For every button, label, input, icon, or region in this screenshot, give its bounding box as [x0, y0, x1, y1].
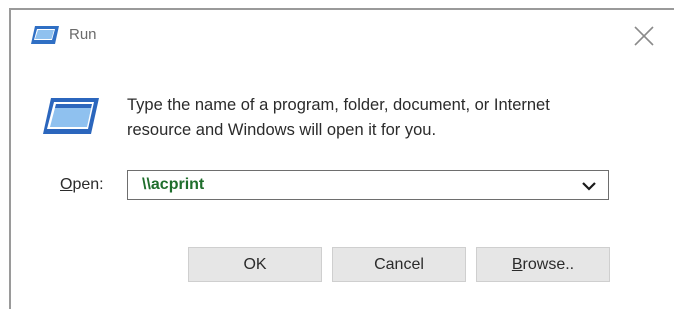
chevron-down-icon[interactable] — [580, 179, 598, 193]
cancel-button-label: Cancel — [374, 255, 424, 273]
open-label: Open: — [60, 176, 104, 194]
ok-button-label: OK — [243, 255, 267, 273]
run-program-icon — [43, 98, 99, 134]
close-icon[interactable] — [628, 20, 660, 52]
cancel-button[interactable]: Cancel — [332, 247, 466, 282]
browse-button[interactable]: Browse.. — [476, 247, 610, 282]
run-dialog: Run Type the name of a program, folder, … — [0, 0, 674, 309]
instructions-text: Type the name of a program, folder, docu… — [127, 93, 647, 143]
browse-button-mnemonic: B — [511, 255, 523, 273]
window-border-top — [9, 8, 674, 10]
open-combobox[interactable]: \\acprint — [127, 170, 609, 200]
instructions-line-2: resource and Windows will open it for yo… — [127, 121, 437, 139]
window-title: Run — [69, 26, 97, 43]
ok-button[interactable]: OK — [188, 247, 322, 282]
open-label-rest: pen: — [72, 176, 104, 193]
open-input[interactable]: \\acprint — [142, 176, 204, 194]
open-label-mnemonic: O — [60, 176, 73, 193]
instructions-line-1: Type the name of a program, folder, docu… — [127, 96, 550, 114]
window-border-left — [9, 8, 11, 309]
browse-button-label: rowse.. — [522, 255, 575, 273]
run-icon — [31, 26, 59, 44]
